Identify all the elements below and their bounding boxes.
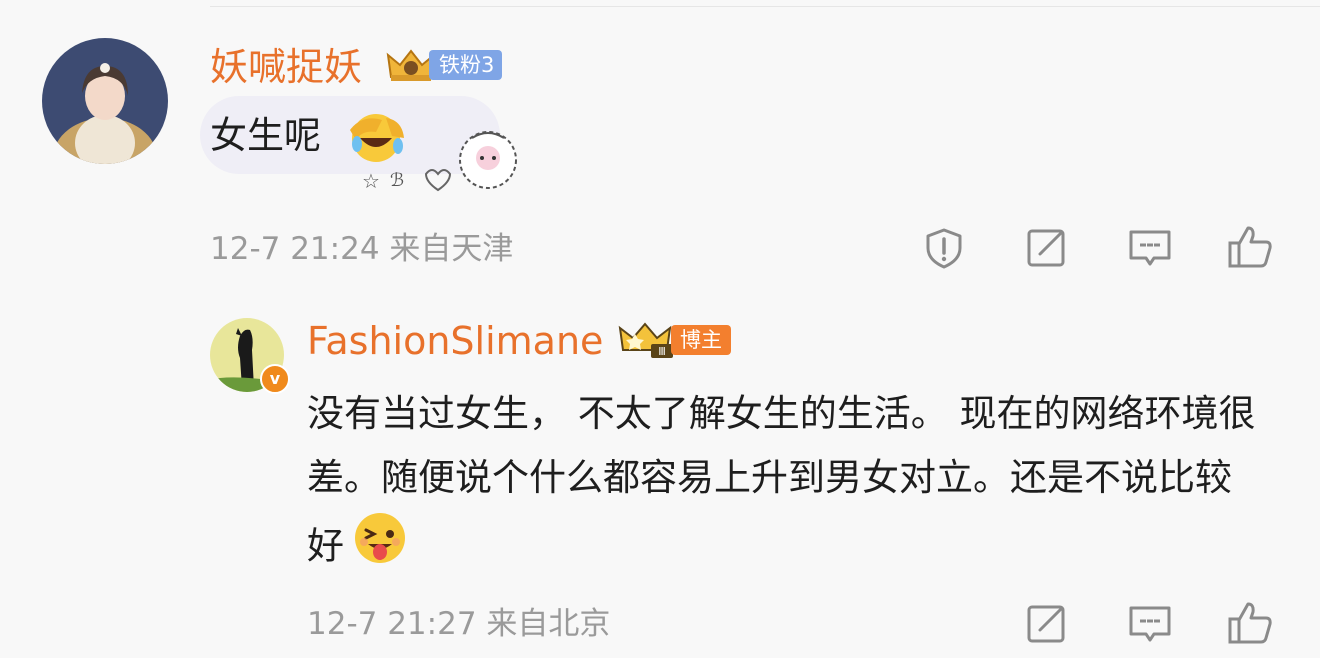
sticker-decoration-icon: ☆ ℬ — [360, 128, 520, 198]
comment-icon — [1129, 606, 1171, 642]
timestamp: 12-7 21:24 — [210, 231, 380, 267]
repost-button[interactable] — [1024, 602, 1072, 646]
crown-level: Ⅲ — [658, 345, 666, 358]
like-button[interactable] — [1226, 224, 1274, 268]
blogger-badge-label: 博主 — [671, 325, 731, 355]
divider — [210, 6, 1320, 7]
timestamp: 12-7 21:27 — [307, 606, 477, 642]
location: 来自天津 — [389, 231, 514, 267]
thumbs-up-icon — [1228, 226, 1272, 268]
blogger-crown-icon: Ⅲ — [618, 322, 673, 358]
username[interactable]: FashionSlimane — [307, 322, 603, 360]
comment-icon — [1129, 230, 1171, 266]
fan-badge-label: 铁粉3 — [429, 50, 503, 80]
verified-badge: v — [260, 364, 290, 394]
fan-badge[interactable]: 铁粉3 — [385, 49, 503, 81]
edit-square-icon — [1027, 229, 1065, 267]
svg-text:ℬ: ℬ — [390, 170, 404, 191]
comment-meta: 12-7 21:24 来自天津 — [210, 234, 513, 265]
reply-button[interactable] — [1126, 602, 1174, 646]
like-button[interactable] — [1226, 600, 1274, 644]
shield-warning-icon — [926, 228, 962, 269]
blogger-badge[interactable]: Ⅲ 博主 — [617, 320, 731, 360]
username[interactable]: 妖喊捉妖 — [210, 48, 362, 86]
wink-tongue-emoji — [352, 510, 408, 586]
repost-button[interactable] — [1024, 226, 1072, 270]
avatar[interactable] — [42, 38, 168, 164]
comment-text: 女生呢 — [210, 114, 321, 157]
comment-meta: 12-7 21:27 来自北京 — [307, 609, 610, 640]
svg-text:☆: ☆ — [362, 169, 380, 193]
comment-text: 没有当过女生， 不太了解女生的生活。 现在的网络环境很差。随便说个什么都容易上升… — [307, 382, 1267, 586]
edit-square-icon — [1027, 605, 1065, 643]
location: 来自北京 — [486, 606, 611, 642]
report-button[interactable] — [920, 226, 968, 270]
thumbs-up-icon — [1228, 602, 1272, 644]
reply-button[interactable] — [1126, 226, 1174, 270]
